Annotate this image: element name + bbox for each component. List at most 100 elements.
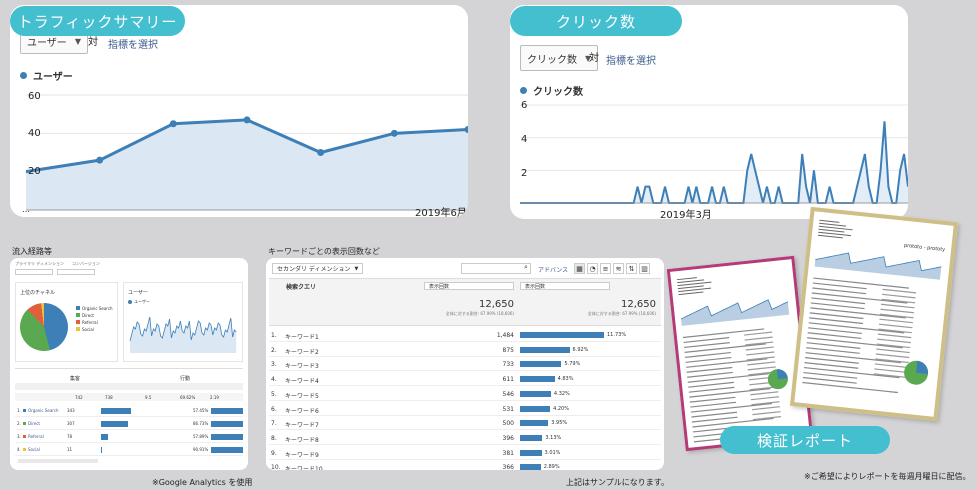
row-index: 4. bbox=[271, 376, 277, 384]
doc-text-line bbox=[806, 342, 861, 349]
share-percent: 4.20% bbox=[553, 405, 569, 412]
channel-name-link[interactable]: Organic Search bbox=[28, 408, 59, 413]
traffic-summary-badge: トラフィックサマリー bbox=[10, 6, 185, 36]
table-row[interactable]: 2. Direct 307 86.73% bbox=[15, 418, 243, 430]
tab-primary-dimension[interactable]: プライマリ ディメンション bbox=[15, 261, 64, 267]
row-index: 8. bbox=[271, 434, 277, 442]
segment-select[interactable] bbox=[57, 269, 95, 275]
secondary-dimension-select[interactable]: セカンダリ ディメンション ▼ bbox=[272, 263, 364, 274]
doc-text-line bbox=[876, 348, 910, 354]
data-point bbox=[390, 129, 398, 137]
channel-name-link[interactable]: Direct bbox=[28, 421, 40, 426]
view-toggle-icon[interactable]: ▥ bbox=[639, 263, 650, 274]
table-row[interactable]: 1. キーワード1 1,484 11.73% bbox=[269, 328, 661, 342]
metric-column-select[interactable]: 表示回数 bbox=[424, 282, 514, 290]
doc-text-line bbox=[806, 347, 860, 354]
doc-text-line bbox=[809, 312, 864, 320]
doc-text-line bbox=[683, 337, 730, 344]
table-row[interactable]: 5. キーワード5 546 4.32% bbox=[269, 387, 661, 401]
total-impressions-share: 12,650 bbox=[621, 299, 656, 310]
share-bar bbox=[520, 434, 543, 441]
channel-name-link[interactable]: Social bbox=[28, 447, 40, 452]
doc-pie-slice bbox=[776, 369, 788, 380]
legend-swatch-icon bbox=[76, 327, 80, 331]
acquisition-header: 集客 bbox=[70, 376, 81, 382]
pie-legend-item: Social bbox=[76, 326, 113, 333]
row-index: 1. bbox=[271, 332, 277, 339]
clicks-series-line bbox=[520, 121, 908, 204]
impressions-value: 875 bbox=[502, 346, 514, 354]
table-row[interactable]: 1. Organic Search 343 57.45% bbox=[15, 405, 243, 417]
view-toggle-icon[interactable]: ▦ bbox=[574, 263, 585, 274]
doc-text-line bbox=[677, 285, 704, 290]
doc-text-line bbox=[682, 328, 765, 339]
report-document-front: prototo - prototy bbox=[789, 206, 959, 422]
channel-name-link[interactable]: Referral bbox=[28, 434, 44, 439]
compare-column-label: 表示回数 bbox=[525, 284, 546, 290]
doc-text-line bbox=[804, 357, 859, 364]
doc-text-line bbox=[813, 277, 909, 289]
table-row[interactable]: 4. Social 11 90.91% bbox=[15, 444, 243, 456]
users-mini-chart-panel: ユーザー ユーザー bbox=[123, 282, 243, 362]
row-index: 10. bbox=[271, 464, 281, 470]
legend-item-label: Referral bbox=[82, 320, 98, 325]
row-value: 343 bbox=[67, 408, 75, 413]
share-percent: 2.89% bbox=[543, 464, 560, 470]
view-toggle-icon[interactable]: ≡ bbox=[600, 263, 611, 274]
advanced-link[interactable]: アドバンス bbox=[538, 265, 568, 274]
y-tick-2: 2 bbox=[521, 168, 528, 179]
doc-text-line bbox=[874, 363, 909, 369]
table-row[interactable]: 10. キーワード10 366 2.89% bbox=[269, 460, 661, 470]
data-point bbox=[243, 116, 251, 124]
search-input[interactable] bbox=[461, 263, 531, 274]
doc-text-line bbox=[877, 333, 912, 339]
report-page-thumbnail bbox=[802, 219, 942, 394]
impressions-value: 500 bbox=[502, 420, 514, 428]
doc-text-line bbox=[809, 317, 864, 325]
share-percent: 3.01% bbox=[544, 449, 561, 456]
compare-column-select[interactable]: 表示回数 bbox=[520, 282, 610, 290]
share-percent: 6.92% bbox=[572, 346, 589, 353]
doc-text-line bbox=[751, 406, 781, 411]
dimension-select[interactable] bbox=[15, 269, 53, 275]
table-row[interactable]: 8. キーワード8 396 3.13% bbox=[269, 431, 661, 445]
search-icon[interactable]: ⌕ bbox=[524, 263, 528, 272]
row-bar bbox=[101, 408, 131, 414]
doc-text-line bbox=[880, 308, 915, 314]
y-tick-40: 40 bbox=[28, 128, 41, 139]
doc-text-line bbox=[685, 356, 732, 363]
view-toggle-icon[interactable]: ⇅ bbox=[626, 263, 637, 274]
legend-item-label: Social bbox=[82, 327, 94, 332]
row-rate: 90.91% bbox=[193, 447, 209, 452]
keyword-name: キーワード2 bbox=[285, 348, 319, 356]
share-bar bbox=[520, 390, 551, 397]
doc-text-line bbox=[817, 234, 843, 239]
share-bar bbox=[520, 449, 542, 456]
doc-text-line bbox=[880, 303, 915, 309]
tab-conversion[interactable]: コンバージョン bbox=[72, 261, 100, 267]
table-row[interactable]: 4. キーワード4 611 4.83% bbox=[269, 372, 661, 387]
row-bar bbox=[101, 447, 102, 453]
doc-text-line bbox=[744, 331, 773, 336]
table-row[interactable]: 3. Referral 78 57.89% bbox=[15, 431, 243, 443]
keywords-footnote: 上記はサンプルになります。 bbox=[566, 478, 669, 487]
doc-text-line bbox=[744, 336, 773, 341]
behavior-header: 行動 bbox=[180, 376, 191, 382]
table-row[interactable]: 3. キーワード3 733 5.79% bbox=[269, 357, 661, 372]
table-row[interactable]: 6. キーワード6 531 4.20% bbox=[269, 402, 661, 416]
impressions-value: 396 bbox=[502, 434, 514, 442]
share-bar bbox=[520, 464, 541, 470]
doc-text-line bbox=[811, 297, 866, 305]
table-row[interactable]: 2. キーワード2 875 6.92% bbox=[269, 343, 661, 357]
users-mini-line-chart bbox=[129, 316, 237, 353]
table-row[interactable]: 7. キーワード7 500 3.95% bbox=[269, 416, 661, 431]
row-index: 6. bbox=[271, 405, 277, 413]
doc-text-line bbox=[688, 381, 734, 388]
query-column-header: 検索クエリ bbox=[286, 284, 317, 291]
share-percent: 3.13% bbox=[545, 434, 562, 441]
table-row[interactable]: 9. キーワード9 381 3.01% bbox=[269, 446, 661, 460]
view-toggle-icon[interactable]: ≋ bbox=[613, 263, 624, 274]
view-toggle-icon[interactable]: ◔ bbox=[587, 263, 598, 274]
y-tick-60: 60 bbox=[28, 91, 41, 102]
total-cell: 738 bbox=[105, 395, 113, 400]
